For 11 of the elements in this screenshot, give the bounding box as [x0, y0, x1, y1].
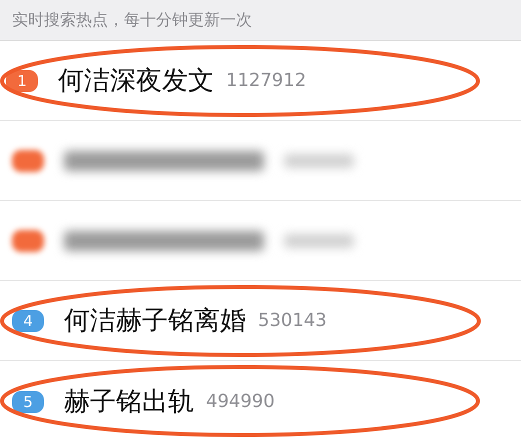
search-count: 530143	[258, 310, 327, 331]
rank-badge: 5	[12, 390, 44, 412]
header-text: 实时搜索热点，每十分钟更新一次	[12, 10, 252, 30]
rank-badge: 4	[12, 310, 44, 332]
search-count: 494990	[206, 391, 275, 412]
blurred-count	[284, 154, 354, 168]
search-title[interactable]: 赫子铭出轨	[64, 384, 194, 419]
search-count: 1127912	[226, 70, 306, 91]
search-title[interactable]: 何洁赫子铭离婚	[64, 303, 246, 338]
blurred-count	[284, 234, 354, 248]
search-title[interactable]: 何洁深夜发文	[58, 63, 214, 98]
